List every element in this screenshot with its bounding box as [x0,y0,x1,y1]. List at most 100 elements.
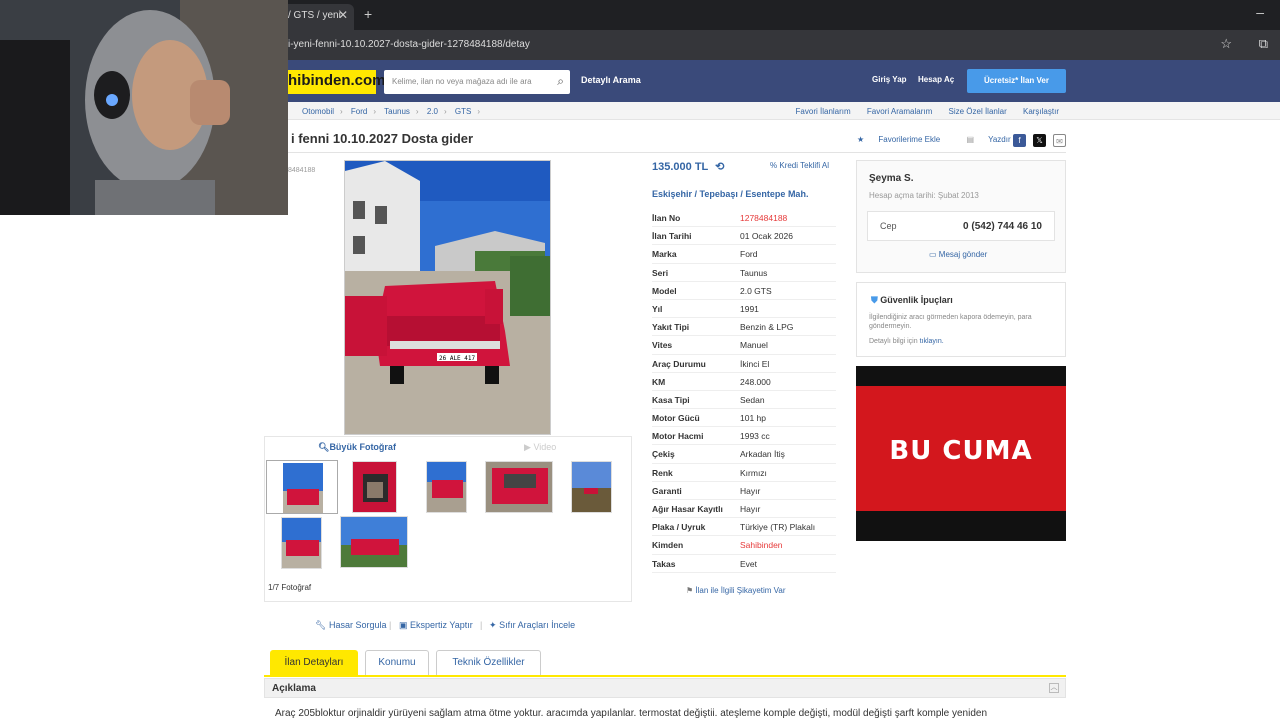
photo-thumbnail[interactable] [340,516,408,568]
safety-title: ⛊ Güvenlik İpuçları [871,295,953,305]
email-share-icon[interactable]: ✉ [1053,134,1066,147]
photo-thumbnail[interactable] [426,461,467,513]
separator: | [389,620,392,630]
report-link[interactable]: ⚑ İlan ile İlgili Şikayetim Var [686,586,786,595]
history-icon[interactable]: ⟲ [715,161,724,173]
spec-row: Çekiş Arkadan İtiş [652,445,836,464]
video-link: ▶ Video [524,442,557,452]
listing-id-fragment: 8484188 [288,167,316,174]
description-title: Açıklama [272,683,316,694]
facebook-share-icon[interactable]: f [1013,134,1026,147]
sparkle-icon: ✦ [489,620,497,630]
location-district[interactable]: Tepebaşı [700,189,738,199]
spec-row: Seri Taunus [652,264,836,282]
spec-table: İlan No 1278484188 İlan Tarihi 01 Ocak 2026… [652,209,836,573]
description-header: Açıklama ︿ [264,678,1066,698]
site-logo[interactable]: hibinden.com [288,70,386,94]
search-input[interactable]: Kelime, ilan no veya mağaza adı ile ara … [384,70,570,94]
seller-card: Şeyma S. Hesap açma tarihi: Şubat 2013 C… [856,160,1066,273]
spec-key: KM [652,376,666,387]
spec-value: 01 Ocak 2026 [740,231,793,242]
breadcrumb-item[interactable]: Ford [351,107,367,116]
star-icon: ★ [857,135,865,144]
favorite-searches-link[interactable]: Favori Aramalarım [867,107,932,116]
url-text[interactable]: i-yeni-fenni-10.10.2027-dosta-gider-1278… [288,39,530,50]
login-link[interactable]: Giriş Yap [872,75,907,84]
spec-value[interactable]: Sahibinden [740,540,783,550]
collapse-icon[interactable]: ︿ [1049,683,1059,693]
send-message-button[interactable]: ▭ Mesaj gönder [929,250,987,259]
post-ad-button[interactable]: Ücretsiz* İlan Ver [967,69,1066,93]
spec-value: Manuel [740,340,768,351]
special-listings-link[interactable]: Size Özel İlanlar [949,107,1007,116]
spec-key: Çekiş [652,449,675,460]
detailed-search-link[interactable]: Detaylı Arama [581,75,641,85]
breadcrumb-item[interactable]: 2.0 [427,107,438,116]
breadcrumb-item[interactable]: Otomobil [302,107,334,116]
spec-key: Araç Durumu [652,358,706,369]
tab-listing-details[interactable]: İlan Detayları [270,650,358,675]
breadcrumb-item[interactable]: GTS [455,107,471,116]
photo-thumbnail[interactable] [485,461,553,513]
favorite-button[interactable]: ★ Favorilerime Ekle [857,135,952,144]
search-icon[interactable]: ⌕ [557,74,564,89]
spec-value: 248.000 [740,376,771,387]
play-icon: ▶ [524,442,531,452]
spec-value: 2.0 GTS [740,285,772,296]
photo-thumbnail[interactable] [352,461,397,513]
location-neighborhood[interactable]: Esentepe Mah. [745,189,808,199]
x-share-icon[interactable]: 𝕏 [1033,134,1046,147]
spec-key: Motor Hacmi [652,431,704,442]
spec-value: 1993 cc [740,431,770,442]
location-city[interactable]: Eskişehir [652,189,692,199]
tab-technical[interactable]: Teknik Özellikler [436,650,541,675]
big-photo-link[interactable]: 🔍︎Büyük Fotoğraf [318,442,396,453]
tab-title: / GTS / yeni [288,10,341,21]
safety-link-line: Detaylı bilgi için tıklayın. [869,338,944,345]
signup-link[interactable]: Hesap Aç [918,75,954,84]
spec-value: Ford [740,249,758,260]
photo-thumbnail[interactable] [571,461,612,513]
compare-link[interactable]: Karşılaştır [1023,107,1059,116]
spec-row: Motor Gücü 101 hp [652,409,836,428]
expertise-link[interactable]: ▣ Ekspertiz Yaptır [399,620,473,631]
spec-value[interactable]: 1278484188 [740,213,787,223]
printer-icon: ▤ [966,135,974,144]
phone-number[interactable]: 0 (542) 744 46 10 [963,221,1042,232]
safety-link[interactable]: tıklayın. [920,338,944,345]
minimize-icon[interactable]: – [1256,4,1264,20]
new-cars-link[interactable]: ✦ Sıfır Araçları İncele [489,620,575,631]
spec-row: Renk Kırmızı [652,464,836,482]
breadcrumb: Otomobil › Ford › Taunus › 2.0 › GTS › Favori… [288,102,1280,120]
clipboard-icon: ▣ [399,620,408,630]
spec-key: Garanti [652,485,682,496]
spec-row: Yıl 1991 [652,300,836,319]
spec-row: Kasa Tipi Sedan [652,391,836,410]
shield-icon: ⛊ [871,295,878,305]
price: 135.000 TL ⟲ [652,161,725,173]
damage-query-link[interactable]: 🔧︎ Hasar Sorgula [315,620,386,631]
credit-offer-link[interactable]: % Kredi Teklifi Al [770,161,829,170]
spec-key: Ağır Hasar Kayıtlı [652,504,723,514]
tab-location[interactable]: Konumu [365,650,429,675]
favorite-listings-link[interactable]: Favori İlanlarım [796,107,851,116]
bookmark-star-icon[interactable]: ☆ [1220,36,1232,52]
safety-text: İlgilendiğiniz aracı görmeden kapora öde… [869,314,1032,330]
phone-label: Cep [880,221,897,231]
magnifier-icon: 🔍︎ [318,442,330,452]
spec-key: Model [652,285,677,296]
close-tab-icon[interactable]: ✕ [338,8,348,22]
new-tab-icon[interactable]: + [364,6,372,22]
spec-key: Marka [652,249,677,260]
spec-value: 101 hp [740,413,766,424]
seller-name[interactable]: Şeyma S. [869,173,913,184]
extensions-icon[interactable]: ⧉ [1259,36,1268,52]
photo-thumbnail[interactable] [266,460,338,514]
browser-tab[interactable]: / GTS / yeni ✕ [280,4,354,30]
advertisement[interactable]: BU CUMA [856,366,1066,541]
breadcrumb-item[interactable]: Taunus [384,107,410,116]
main-photo[interactable]: 26 ALE 417 [344,160,551,435]
spec-key: Motor Gücü [652,413,700,424]
spec-row: Garanti Hayır [652,482,836,500]
photo-thumbnail[interactable] [281,517,322,569]
